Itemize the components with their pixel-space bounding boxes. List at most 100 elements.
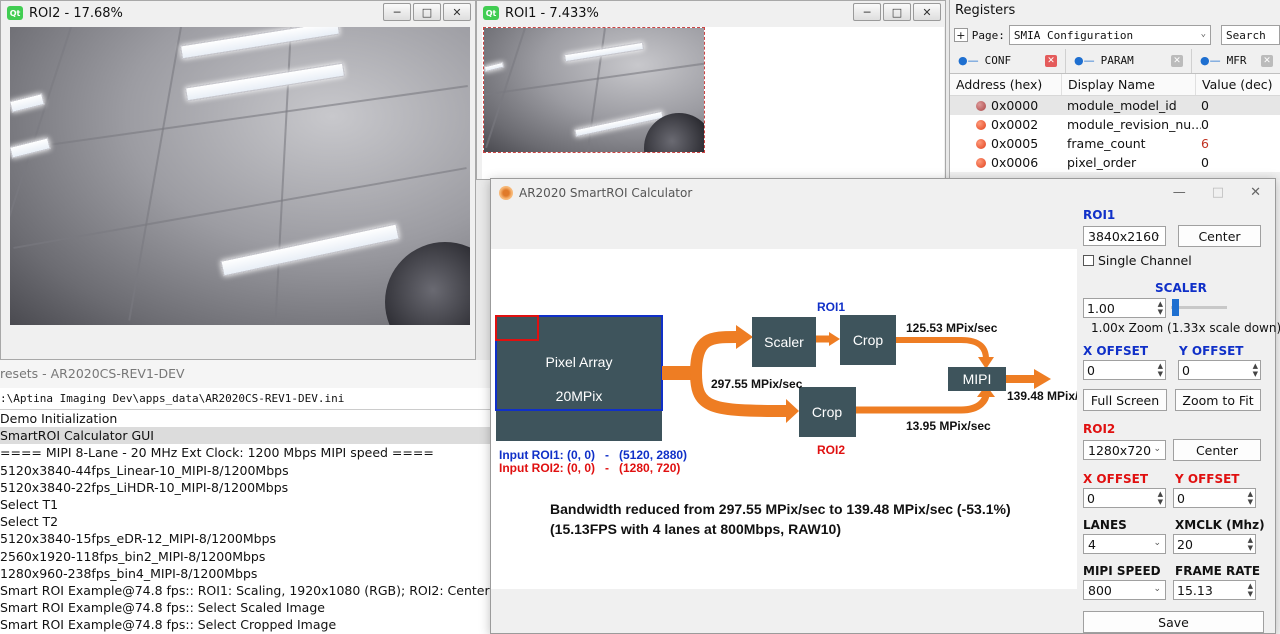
close-tab-icon[interactable]: ✕	[1261, 54, 1273, 67]
maximize-icon[interactable]: □	[1212, 185, 1224, 200]
mipi-speed-label: MIPI SPEED	[1083, 564, 1161, 578]
column-address[interactable]: Address (hex)	[950, 74, 1062, 95]
preset-item[interactable]: SmartROI Calculator GUI	[0, 427, 490, 445]
page-select[interactable]: SMIA Configuration ⌄	[1008, 25, 1211, 45]
preset-item[interactable]: Smart ROI Example@74.8 fps:: Select Scal…	[0, 599, 490, 616]
search-field[interactable]: Search	[1221, 25, 1280, 45]
tab-param[interactable]: ●— PARAM ✕	[1066, 48, 1192, 73]
maximize-icon[interactable]: □	[413, 3, 441, 21]
register-address: 0x0000	[991, 98, 1039, 113]
save-button[interactable]: Save	[1083, 611, 1264, 633]
register-value: 0	[1201, 117, 1209, 132]
presets-title: resets - AR2020CS-REV1-DEV	[0, 360, 490, 388]
rate-roi1-label: 125.53 MPix/sec	[906, 321, 998, 335]
input-roi2-label: Input ROI2: (0, 0) - (1280, 720)	[499, 461, 680, 475]
tab-conf[interactable]: ●— CONF ✕	[950, 48, 1066, 73]
lanes-select[interactable]: 4 ⌄	[1083, 534, 1166, 554]
close-icon[interactable]: ✕	[443, 3, 471, 21]
close-tab-icon[interactable]: ✕	[1171, 54, 1183, 67]
roi2-y-offset-label: Y OFFSET	[1175, 472, 1240, 486]
preset-item[interactable]: Demo Initialization	[0, 410, 490, 427]
single-channel-label: Single Channel	[1098, 253, 1192, 268]
register-address: 0x0006	[991, 155, 1039, 170]
lanes-label: LANES	[1083, 518, 1127, 532]
roi2-resolution-select[interactable]: 1280x720 ⌄	[1083, 440, 1166, 460]
spin-arrows-icon[interactable]: ▲ ▼	[1248, 490, 1253, 506]
column-value[interactable]: Value (dec)	[1196, 74, 1280, 95]
minimize-icon[interactable]: ─	[853, 3, 881, 21]
full-screen-button[interactable]: Full Screen	[1083, 389, 1167, 411]
scaler-spinbox[interactable]: 1.00 ▲ ▼	[1083, 298, 1166, 318]
close-icon[interactable]: ✕	[913, 3, 941, 21]
register-tabs: ●— CONF ✕ ●— PARAM ✕ ●— MFR ✕	[950, 48, 1280, 74]
expand-icon[interactable]: +	[954, 28, 968, 42]
preset-item[interactable]: ==== MIPI 8-Lane - 20 MHz Ext Clock: 120…	[0, 444, 490, 461]
preset-item[interactable]: 5120x3840-15fps_eDR-12_MIPI-8/1200Mbps	[0, 530, 490, 547]
flow-arrow-roi2	[856, 393, 990, 414]
zoom-text: 1.00x Zoom (1.33x scale down)	[1091, 321, 1280, 335]
close-tab-icon[interactable]: ✕	[1045, 54, 1057, 67]
preset-item[interactable]: Smart ROI Example@74.8 fps:: ROI1: Scali…	[0, 582, 490, 599]
register-value: 6	[1201, 136, 1209, 151]
preset-item[interactable]: Select T2	[0, 513, 490, 530]
minimize-icon[interactable]: ─	[383, 3, 411, 21]
pixel-array-size: 20MPix	[556, 388, 603, 404]
crop1-label: Crop	[853, 332, 884, 348]
search-label: Search	[1226, 28, 1266, 42]
minimize-icon[interactable]: —	[1173, 185, 1186, 200]
zoom-to-fit-button[interactable]: Zoom to Fit	[1175, 389, 1261, 411]
tab-conf-label: CONF	[984, 54, 1012, 67]
table-row[interactable]: 0x0005 frame_count 6	[950, 134, 1280, 153]
spin-arrows-icon[interactable]: ▲ ▼	[1248, 536, 1253, 552]
preset-item[interactable]: 5120x3840-44fps_Linear-10_MIPI-8/1200Mbp…	[0, 462, 490, 479]
spin-arrows-icon[interactable]: ▲ ▼	[1253, 362, 1258, 378]
roi2-y-offset-spinbox[interactable]: 0 ▲ ▼	[1173, 488, 1256, 508]
spin-arrows-icon[interactable]: ▲ ▼	[1158, 490, 1163, 506]
maximize-icon[interactable]: □	[883, 3, 911, 21]
preset-item[interactable]: Select T1	[0, 496, 490, 513]
spin-arrows-icon[interactable]: ▲ ▼	[1158, 300, 1163, 316]
page-select-value: SMIA Configuration	[1013, 28, 1134, 42]
arrowhead-icon	[786, 399, 799, 423]
preset-item[interactable]: Smart ROI Example@74.8 fps:: Select Crop…	[0, 616, 490, 633]
table-row[interactable]: 0x0000 module_model_id 0	[950, 96, 1280, 115]
table-row[interactable]: 0x0006 pixel_order 0	[950, 153, 1280, 172]
slider-thumb[interactable]	[1172, 299, 1180, 316]
roi1-camera-image[interactable]	[483, 27, 705, 153]
rate-in-label: 297.55 MPix/sec	[711, 377, 803, 391]
preset-item[interactable]: 2560x1920-118fps_bin2_MIPI-8/1200Mbps	[0, 548, 490, 565]
roi1-titlebar[interactable]: Qt ROI1 - 7.433% ─ □ ✕	[477, 1, 945, 25]
roi1-y-offset-spinbox[interactable]: 0 ▲ ▼	[1178, 360, 1261, 380]
roi2-center-button[interactable]: Center	[1173, 439, 1261, 461]
spin-arrows-icon[interactable]: ▲ ▼	[1158, 362, 1163, 378]
roi1-x-offset-value: 0	[1087, 362, 1095, 378]
mipi-speed-select[interactable]: 800 ⌄	[1083, 580, 1166, 600]
scaler-slider[interactable]	[1171, 299, 1227, 316]
column-display-name[interactable]: Display Name	[1062, 74, 1196, 95]
roi1-center-button[interactable]: Center	[1178, 225, 1261, 247]
preset-item[interactable]: 5120x3840-22fps_LiHDR-10_MIPI-8/1200Mbps	[0, 479, 490, 496]
close-icon[interactable]: ✕	[1250, 185, 1261, 200]
mipi-speed-value: 800	[1088, 582, 1112, 598]
register-address: 0x0005	[991, 136, 1039, 151]
frame-rate-spinbox[interactable]: 15.13 ▲ ▼	[1173, 580, 1256, 600]
roi2-heading: ROI2	[1083, 422, 1116, 436]
roi1-window: Qt ROI1 - 7.433% ─ □ ✕	[476, 0, 946, 180]
tab-mfr[interactable]: ●— MFR ✕	[1192, 49, 1280, 73]
table-row[interactable]: 0x0002 module_revision_nu... 0	[950, 115, 1280, 134]
roi2-x-offset-spinbox[interactable]: 0 ▲ ▼	[1083, 488, 1166, 508]
single-channel-checkbox[interactable]: Single Channel	[1083, 253, 1192, 268]
roi1-resolution-select[interactable]: 3840x2160 ⌄	[1083, 226, 1166, 246]
spin-arrows-icon[interactable]: ▲ ▼	[1248, 582, 1253, 598]
roi1-y-offset-label: Y OFFSET	[1179, 344, 1244, 358]
roi1-x-offset-spinbox[interactable]: 0 ▲ ▼	[1083, 360, 1166, 380]
calculator-titlebar[interactable]: AR2020 SmartROI Calculator	[491, 179, 1275, 207]
xmclk-spinbox[interactable]: 20 ▲ ▼	[1173, 534, 1256, 554]
preset-list: Demo Initialization SmartROI Calculator G…	[0, 410, 490, 633]
preset-item[interactable]: 1280x960-238fps_bin4_MIPI-8/1200Mbps	[0, 565, 490, 582]
roi2-titlebar[interactable]: Qt ROI2 - 17.68% ─ □ ✕	[1, 1, 475, 25]
chevron-down-icon: ⌄	[1153, 538, 1161, 548]
roi2-window: Qt ROI2 - 17.68% ─ □ ✕	[0, 0, 476, 360]
register-name: module_revision_nu...	[1067, 117, 1201, 132]
roi2-camera-image[interactable]	[10, 27, 470, 325]
